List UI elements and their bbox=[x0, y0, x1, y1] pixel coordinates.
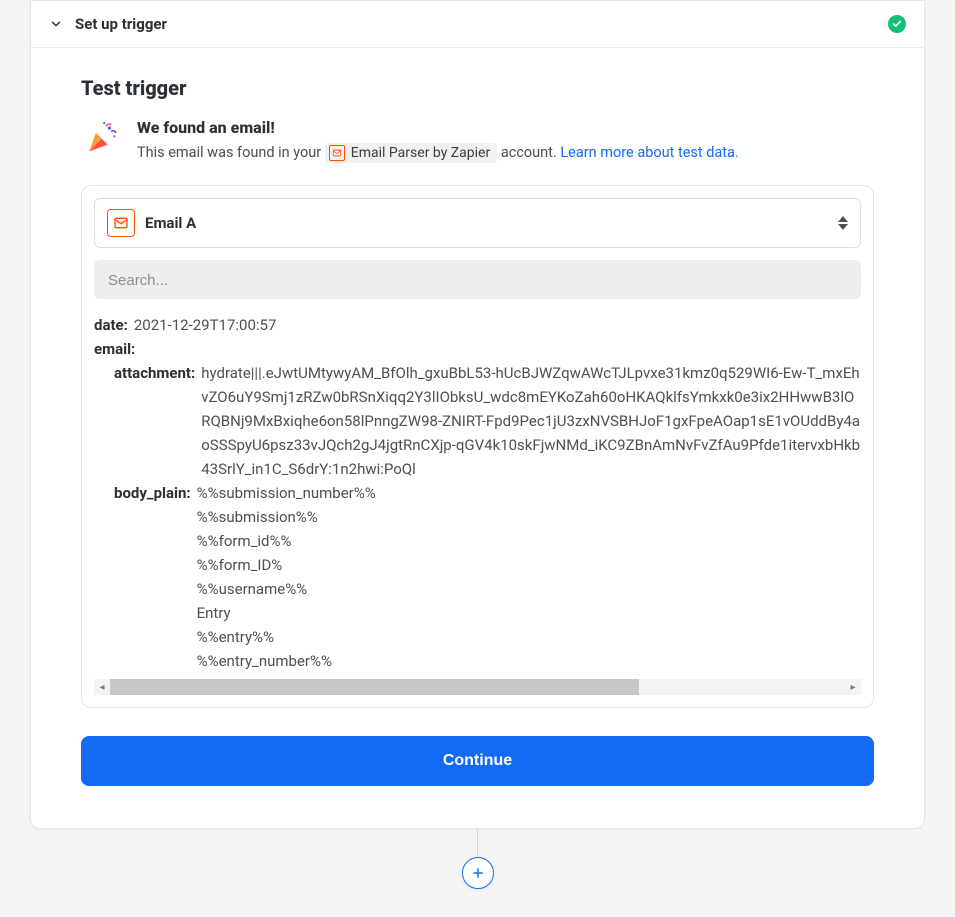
data-value-line: %%submission%% bbox=[197, 505, 376, 529]
data-value-line: %%submission_number%% bbox=[197, 481, 376, 505]
trigger-step-card: Set up trigger Test trigger We found an … bbox=[30, 0, 925, 829]
data-field: body_plain: %%submission_number%%%%submi… bbox=[94, 481, 861, 679]
app-badge: Email Parser by Zapier bbox=[325, 143, 497, 163]
search-box[interactable] bbox=[94, 260, 861, 299]
data-value-line: %%form_id%% bbox=[197, 529, 376, 553]
step-connector bbox=[0, 829, 955, 889]
email-parser-icon bbox=[107, 209, 135, 237]
data-value-line: %%username%% bbox=[197, 577, 376, 601]
found-description: This email was found in your Email Parse… bbox=[137, 143, 739, 163]
status-success-badge bbox=[888, 15, 906, 33]
horizontal-scrollbar[interactable]: ◂ ▸ bbox=[94, 679, 861, 695]
data-field: date: 2021-12-29T17:00:57 bbox=[94, 313, 861, 337]
step-body: Test trigger We found an email! This ema… bbox=[31, 48, 924, 828]
found-message: We found an email! This email was found … bbox=[81, 118, 874, 163]
data-field: attachment: hydrate|||.eJwtUMtywyAM_BfOl… bbox=[94, 361, 861, 481]
sample-data-viewer[interactable]: date: 2021-12-29T17:00:57 email: attachm… bbox=[94, 309, 861, 679]
data-value-line: %%entry%% bbox=[197, 625, 376, 649]
scroll-left-icon[interactable]: ◂ bbox=[94, 682, 110, 693]
chevron-down-icon bbox=[49, 17, 63, 31]
data-value-line: Entry bbox=[197, 601, 376, 625]
data-value-line: %%form_ID% bbox=[197, 553, 376, 577]
sort-icon bbox=[838, 216, 848, 230]
step-header-title: Set up trigger bbox=[75, 15, 888, 33]
found-title: We found an email! bbox=[137, 118, 739, 137]
data-field: email: bbox=[94, 337, 861, 361]
step-header[interactable]: Set up trigger bbox=[31, 1, 924, 48]
email-parser-icon bbox=[329, 145, 345, 161]
sample-panel: Email A date: 2021-12-29T17:00:57 email: bbox=[81, 185, 874, 708]
add-step-button[interactable] bbox=[462, 857, 494, 889]
data-value-line: %%entry_number%% bbox=[197, 649, 376, 673]
sample-selector-label: Email A bbox=[145, 214, 828, 232]
scroll-right-icon[interactable]: ▸ bbox=[845, 682, 861, 693]
search-input[interactable] bbox=[108, 272, 847, 289]
section-title: Test trigger bbox=[81, 76, 874, 100]
learn-more-link[interactable]: Learn more about test data. bbox=[560, 144, 738, 161]
sample-selector[interactable]: Email A bbox=[94, 198, 861, 248]
continue-button[interactable]: Continue bbox=[81, 736, 874, 786]
celebration-icon bbox=[81, 118, 121, 158]
